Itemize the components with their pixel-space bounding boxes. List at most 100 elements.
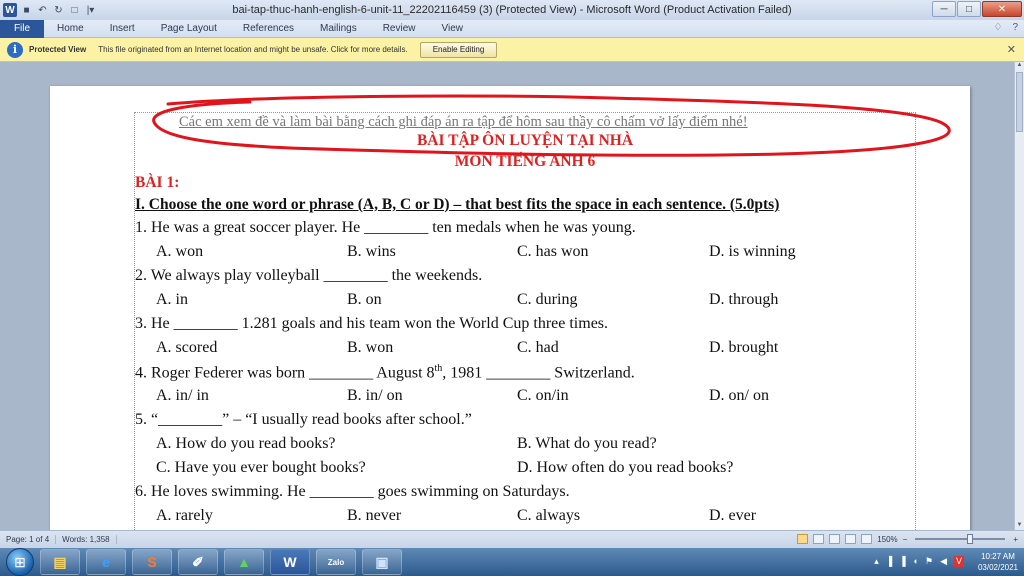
q4-option-d: D. on/ on [709, 387, 769, 404]
signal-icon[interactable]: ▐ [899, 556, 905, 567]
question-6: 6. He loves swimming. He ________ goes s… [135, 483, 570, 500]
status-bar: Page: 1 of 4 Words: 1,358 150% − + [0, 530, 1024, 548]
minimize-button[interactable]: ─ [932, 1, 956, 17]
q5-option-d: D. How often do you read books? [517, 459, 734, 476]
snipping-tool-icon[interactable]: ▣ [362, 549, 402, 575]
protected-view-bar: i Protected View This file originated fr… [0, 38, 1024, 62]
section-heading: I. Choose the one word or phrase (A, B, … [135, 196, 780, 213]
document-page[interactable]: Các em xem đề và làm bài bằng cách ghi đ… [50, 86, 970, 530]
web-layout-icon[interactable] [829, 534, 841, 544]
q2-option-a: A. in [156, 291, 188, 308]
q5-option-b: B. What do you read? [517, 435, 657, 452]
tab-review[interactable]: Review [370, 23, 429, 34]
scrollbar-thumb[interactable] [1016, 72, 1023, 132]
word-count[interactable]: Words: 1,358 [56, 535, 117, 544]
exercise-label: BÀI 1: [135, 174, 180, 191]
new-document-icon[interactable]: □ [68, 4, 81, 17]
q4-option-a: A. in/ in [156, 387, 209, 404]
q5-option-c: C. Have you ever bought books? [156, 459, 366, 476]
tab-insert[interactable]: Insert [97, 23, 148, 34]
start-button-icon[interactable]: ⊞ [6, 548, 34, 576]
paint-icon[interactable]: ✐ [178, 549, 218, 575]
redo-icon[interactable]: ↻ [52, 4, 65, 17]
network-icon[interactable]: ▐ [886, 556, 892, 567]
zoom-in-icon[interactable]: + [1013, 535, 1018, 544]
info-icon: i [7, 41, 23, 58]
file-explorer-icon[interactable]: ▤ [40, 549, 80, 575]
q6-option-a: A. rarely [156, 507, 213, 524]
scroll-down-icon[interactable]: ▼ [1015, 522, 1024, 530]
help-icon[interactable]: ? [1012, 22, 1018, 33]
window-controls: ─ □ ✕ [932, 1, 1022, 17]
enable-editing-button[interactable]: Enable Editing [419, 41, 498, 58]
zoom-slider[interactable] [915, 534, 1006, 544]
close-protected-bar-icon[interactable]: ✕ [1007, 43, 1016, 56]
chrome-icon[interactable]: ▲ [224, 549, 264, 575]
q2-option-d: D. through [709, 291, 779, 308]
teacher-note: Các em xem đề và làm bài bằng cách ghi đ… [179, 114, 748, 130]
scroll-up-icon[interactable]: ▲ [1015, 62, 1024, 70]
zoom-level[interactable]: 150% [877, 535, 897, 544]
clock-date: 03/02/2021 [977, 563, 1018, 572]
draft-view-icon[interactable] [861, 534, 873, 544]
document-workspace: Các em xem đề và làm bài bằng cách ghi đ… [0, 62, 1014, 530]
q4-option-b: B. in/ on [347, 387, 403, 404]
vertical-scrollbar[interactable]: ▲ ▼ [1014, 62, 1024, 530]
q3-option-d: D. brought [709, 339, 779, 356]
battery-icon[interactable]: ◖ [913, 556, 918, 567]
zoom-out-icon[interactable]: − [903, 535, 908, 544]
ribbon-tabs: File Home Insert Page Layout References … [0, 19, 1024, 38]
q1-option-a: A. won [156, 243, 204, 260]
ribbon-right-icons: ♢ ? [993, 22, 1018, 33]
title-bar: W ■ ↶ ↻ □ |▾ bai-tap-thuc-hanh-english-6… [0, 0, 1024, 20]
print-layout-icon[interactable] [797, 534, 809, 544]
window-title: bai-tap-thuc-hanh-english-6-unit-11_2220… [232, 4, 792, 16]
close-button[interactable]: ✕ [982, 1, 1022, 17]
tab-file[interactable]: File [0, 19, 44, 38]
question-1: 1. He was a great soccer player. He ____… [135, 219, 636, 236]
q3-option-a: A. scored [156, 339, 218, 356]
q1-option-d: D. is winning [709, 243, 796, 260]
question-4: 4. Roger Federer was born ________ Augus… [135, 363, 635, 382]
show-hidden-icons-icon[interactable]: ▴ [874, 556, 879, 567]
tab-page-layout[interactable]: Page Layout [148, 23, 230, 34]
minimize-ribbon-icon[interactable]: ♢ [993, 22, 1002, 33]
tab-home[interactable]: Home [44, 23, 97, 34]
question-3: 3. He ________ 1.281 goals and his team … [135, 315, 609, 332]
zoom-slider-knob[interactable] [967, 534, 974, 544]
word-taskbar-icon[interactable]: W [270, 549, 310, 575]
q6-option-c: C. always [517, 507, 581, 524]
clock-time: 10:27 AM [981, 552, 1015, 561]
save-icon[interactable]: ■ [20, 4, 33, 17]
status-right: 150% − + [797, 534, 1018, 544]
windows-taskbar: ⊞ ▤ e S ✐ ▲ W Zalo ▣ ▴ ▐ ▐ ◖ ⚑ ◀ V 10:27… [0, 548, 1024, 576]
volume-icon[interactable]: ◀ [940, 556, 947, 567]
q5-option-a: A. How do you read books? [156, 435, 336, 452]
document-heading-2: MÔN TIẾNG ANH 6 [454, 153, 596, 170]
word-logo-icon[interactable]: W [3, 3, 17, 17]
tab-mailings[interactable]: Mailings [307, 23, 370, 34]
app-s-icon[interactable]: S [132, 549, 172, 575]
question-5: 5. “________” – “I usually read books af… [135, 411, 472, 428]
protected-view-message[interactable]: This file originated from an Internet lo… [98, 45, 408, 54]
tab-view[interactable]: View [429, 23, 477, 34]
q4-option-c: C. on/in [517, 387, 569, 404]
full-screen-reading-icon[interactable] [813, 534, 825, 544]
action-center-icon[interactable]: ⚑ [925, 556, 933, 567]
zalo-icon[interactable]: Zalo [316, 549, 356, 575]
tab-references[interactable]: References [230, 23, 307, 34]
quick-access-toolbar: W ■ ↶ ↻ □ |▾ [0, 0, 97, 20]
outline-view-icon[interactable] [845, 534, 857, 544]
q1-option-b: B. wins [347, 243, 396, 260]
internet-explorer-icon[interactable]: e [86, 549, 126, 575]
clock[interactable]: 10:27 AM 03/02/2021 [978, 551, 1018, 573]
maximize-button[interactable]: □ [957, 1, 981, 17]
customize-qat-icon[interactable]: |▾ [84, 4, 97, 17]
page-count[interactable]: Page: 1 of 4 [0, 535, 57, 544]
antivirus-icon[interactable]: V [953, 556, 964, 567]
q2-option-c: C. during [517, 291, 578, 308]
q6-option-d: D. ever [709, 507, 757, 524]
q4-part-b: , 1981 ________ Switzerland. [442, 364, 635, 382]
undo-icon[interactable]: ↶ [36, 4, 49, 17]
protected-view-title: Protected View [29, 45, 87, 54]
